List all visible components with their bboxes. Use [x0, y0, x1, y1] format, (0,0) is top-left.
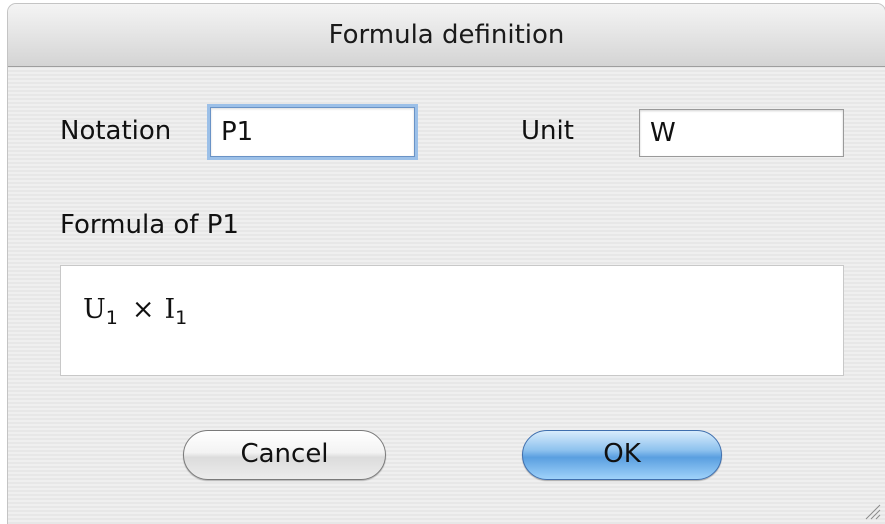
title-bar[interactable]: Formula definition — [8, 4, 885, 67]
formula-operand-i: I — [164, 294, 176, 325]
notation-field[interactable] — [210, 107, 415, 157]
formula-operand-i-subscript: 1 — [175, 307, 188, 329]
formula-operand-u-subscript: 1 — [105, 307, 118, 329]
cancel-button[interactable]: Cancel — [183, 430, 386, 480]
ok-button[interactable]: OK — [522, 430, 722, 480]
unit-label: Unit — [521, 116, 574, 146]
formula-definition-dialog: Formula definition Notation Unit Formula… — [8, 4, 885, 524]
dialog-title: Formula definition — [328, 20, 565, 50]
notation-label: Notation — [60, 116, 172, 146]
formula-expression: U1 × I1 — [83, 294, 187, 329]
formula-editor[interactable]: U1 × I1 — [60, 265, 844, 376]
unit-field[interactable] — [639, 109, 844, 157]
formula-times-operator: × — [131, 294, 155, 325]
formula-operand-u: U — [83, 294, 106, 325]
resize-grip-icon[interactable] — [861, 500, 881, 520]
formula-label: Formula of P1 — [60, 210, 239, 240]
